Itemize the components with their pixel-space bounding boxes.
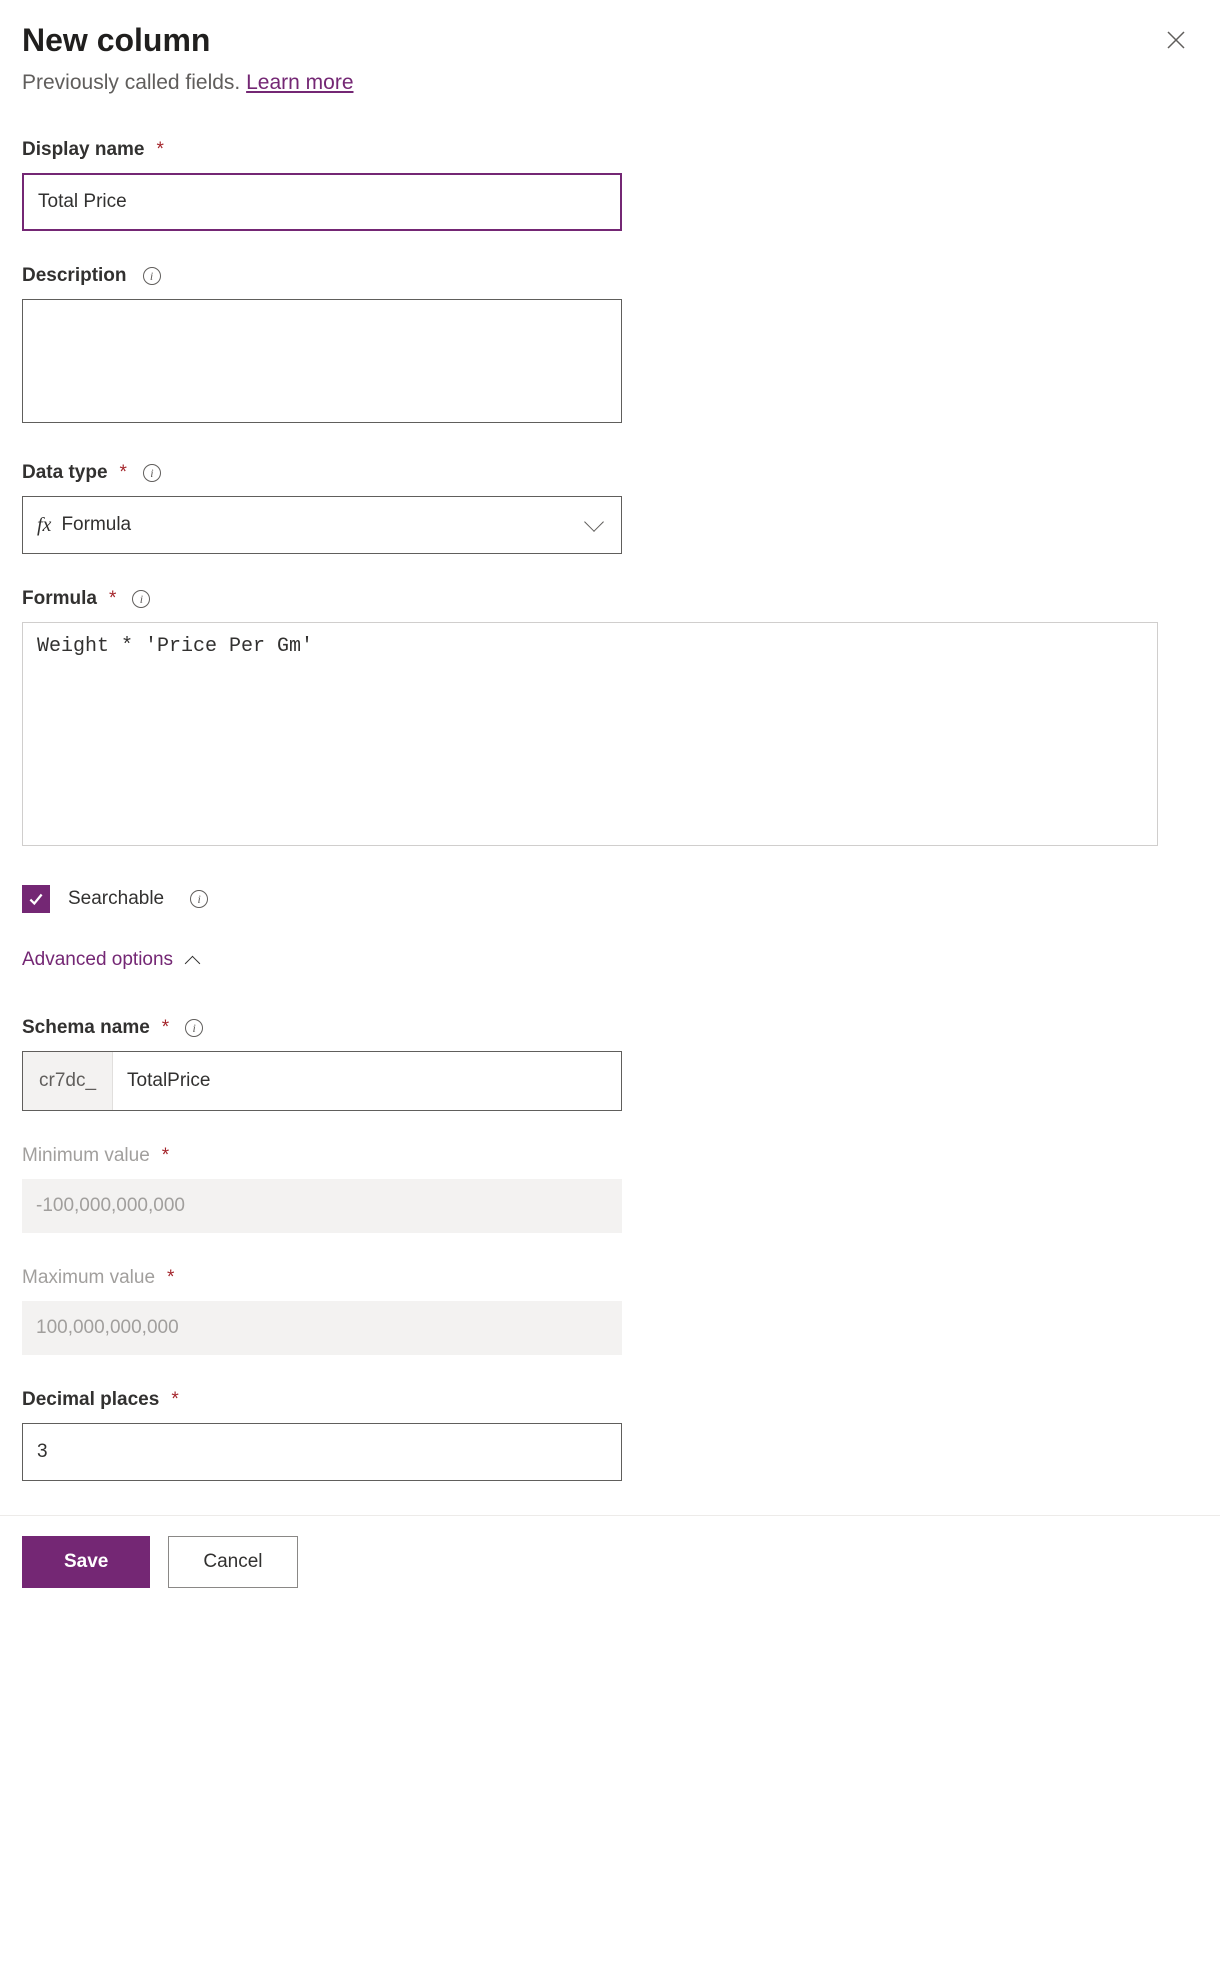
formula-icon: fx xyxy=(37,514,51,537)
info-icon[interactable]: i xyxy=(132,590,150,608)
maximum-value-input: 100,000,000,000 xyxy=(22,1301,622,1355)
schema-name-input[interactable] xyxy=(113,1052,621,1110)
schema-name-label: Schema name* i xyxy=(22,1017,203,1039)
info-icon[interactable]: i xyxy=(143,464,161,482)
schema-prefix: cr7dc_ xyxy=(23,1052,113,1110)
data-type-value: Formula xyxy=(61,514,131,536)
info-icon[interactable]: i xyxy=(190,890,208,908)
maximum-value-label: Maximum value* xyxy=(22,1267,174,1289)
decimal-places-label: Decimal places* xyxy=(22,1389,179,1411)
cancel-button[interactable]: Cancel xyxy=(168,1536,297,1588)
searchable-checkbox[interactable] xyxy=(22,885,50,913)
close-button[interactable] xyxy=(1154,22,1198,60)
learn-more-link[interactable]: Learn more xyxy=(246,71,353,94)
display-name-label: Display name* xyxy=(22,139,164,161)
minimum-value-input: -100,000,000,000 xyxy=(22,1179,622,1233)
info-icon[interactable]: i xyxy=(143,267,161,285)
panel-subtitle: Previously called fields. Learn more xyxy=(22,71,1198,95)
data-type-label: Data type* i xyxy=(22,462,161,484)
decimal-places-input[interactable] xyxy=(22,1423,622,1481)
display-name-input[interactable] xyxy=(22,173,622,231)
advanced-options-toggle[interactable]: Advanced options xyxy=(22,949,198,971)
formula-input[interactable]: Weight * 'Price Per Gm' xyxy=(22,622,1158,846)
checkmark-icon xyxy=(27,890,45,908)
panel-title: New column xyxy=(22,22,210,59)
searchable-label: Searchable xyxy=(68,888,164,910)
save-button[interactable]: Save xyxy=(22,1536,150,1588)
close-icon xyxy=(1166,30,1186,50)
description-label: Description i xyxy=(22,265,161,287)
data-type-select[interactable]: fx Formula xyxy=(22,496,622,554)
description-input[interactable] xyxy=(22,299,622,423)
info-icon[interactable]: i xyxy=(185,1019,203,1037)
chevron-up-icon xyxy=(185,955,201,971)
formula-label: Formula* i xyxy=(22,588,150,610)
minimum-value-label: Minimum value* xyxy=(22,1145,169,1167)
chevron-down-icon xyxy=(584,512,604,532)
